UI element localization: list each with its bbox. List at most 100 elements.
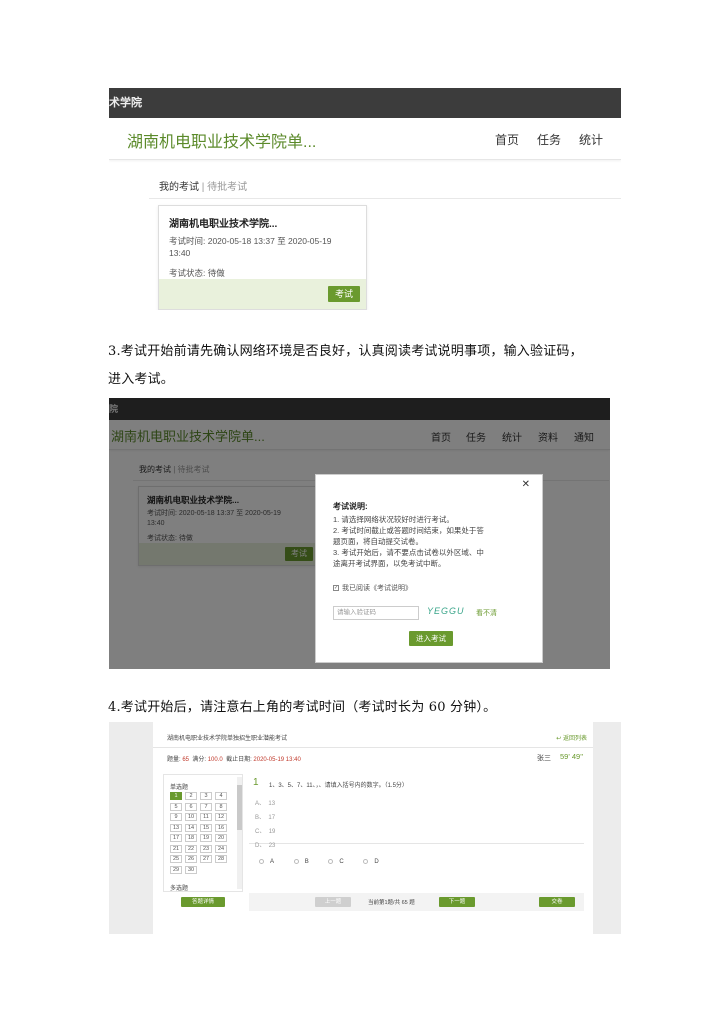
tab-pending-exams[interactable]: 待批考试 xyxy=(207,182,247,193)
title-divider xyxy=(153,747,593,748)
option-b: B、 17 xyxy=(255,815,276,821)
question-number-cell[interactable]: 23 xyxy=(200,844,212,853)
question-number-cell[interactable]: 17 xyxy=(170,834,182,842)
question-number-cell[interactable]: 21 xyxy=(170,844,182,853)
question-number-cell[interactable]: 15 xyxy=(200,823,212,832)
exam-time-line2: 13:40 xyxy=(169,248,191,258)
question-number-cell[interactable]: 10 xyxy=(185,813,197,821)
question-number-cell[interactable]: 3 xyxy=(200,792,212,800)
full-score: 100.0 xyxy=(207,757,223,763)
instruction-line-5: 途离开考试界面，以免考试中断。 xyxy=(333,559,446,568)
school-name: 湖南机电职业技术学院单... xyxy=(127,134,317,151)
radio-icon[interactable] xyxy=(293,859,299,864)
start-exam-button[interactable]: 考试 xyxy=(328,286,360,302)
exam-card-footer: 考试 xyxy=(159,279,366,309)
close-icon[interactable]: ✕ xyxy=(522,479,530,490)
instructions-title: 考试说明: xyxy=(333,502,368,511)
scrollbar[interactable] xyxy=(237,777,242,889)
choice-a[interactable]: A xyxy=(259,859,274,865)
captcha-refresh-link[interactable]: 看不清 xyxy=(476,608,497,618)
answer-detail-button[interactable]: 答题详情 xyxy=(181,897,225,907)
question-number-cell[interactable]: 27 xyxy=(200,855,212,863)
exam-title: 湖南机电职业技术学院单独招生职业潜能考试 xyxy=(167,736,288,742)
question-number-cell[interactable]: 4 xyxy=(215,792,227,800)
exam-page: 湖南机电职业技术学院单独招生职业潜能考试 ↩ 返回列表 题量: 65 满分: 1… xyxy=(153,722,593,934)
nav-stats[interactable]: 统计 xyxy=(579,131,603,148)
tab-my-exams[interactable]: 我的考试 xyxy=(159,182,199,193)
exam-list-screenshot: 术学院 湖南机电职业技术学院单... 首页 任务 统计 我的考试 | 待批考试 … xyxy=(109,88,621,310)
tab-divider xyxy=(149,198,621,199)
question-number-cell[interactable]: 2 xyxy=(185,792,197,800)
captcha-input[interactable]: 请输入验证码 xyxy=(333,606,419,620)
question-number-cell[interactable]: 8 xyxy=(215,802,227,811)
question-area: 1 1、3、5、7、11、，、请填入括号内的数字。（1.5分） A、 13 B、… xyxy=(249,774,584,849)
question-number-cell[interactable]: 12 xyxy=(215,813,227,821)
multi-choice-heading: 多选题 xyxy=(170,886,189,892)
answer-choices: A B C D xyxy=(259,859,379,865)
exam-time-line1: 考试时间: 2020-05-18 13:37 至 2020-05-19 xyxy=(169,236,332,246)
exam-instructions-modal: ✕ 考试说明: 1. 请选择网络状况较好时进行考试。 2. 考试时间截止或答题时… xyxy=(315,474,543,663)
choice-c[interactable]: C xyxy=(328,859,344,865)
back-label: 返回列表 xyxy=(562,736,587,742)
top-bar: 术学院 xyxy=(109,88,621,118)
question-number-cell[interactable]: 7 xyxy=(200,802,212,811)
question-number-cell[interactable]: 22 xyxy=(185,844,197,853)
exam-card[interactable]: 湖南机电职业技术学院... 考试时间: 2020-05-18 13:37 至 2… xyxy=(158,205,367,310)
question-number-cell[interactable]: 16 xyxy=(215,823,227,832)
instruction-line-1: 1. 请选择网络状况较好时进行考试。 xyxy=(333,515,454,524)
question-number-cell[interactable]: 13 xyxy=(170,823,182,832)
question-number-cell[interactable]: 24 xyxy=(215,844,227,853)
instruction-line-4: 3. 考试开始后，请不要点击试卷以外区域、中 xyxy=(333,548,484,557)
scrollbar-thumb[interactable] xyxy=(237,785,242,830)
choice-d[interactable]: D xyxy=(363,859,379,865)
question-number-cell[interactable]: 25 xyxy=(170,855,182,863)
instruction-line-3: 题页面，将自动提交试卷。 xyxy=(333,537,423,546)
score-label: 满分: xyxy=(192,757,207,763)
radio-icon[interactable] xyxy=(328,859,334,864)
option-c: C、 19 xyxy=(255,829,276,835)
next-question-button[interactable]: 下一题 xyxy=(439,897,475,907)
radio-icon[interactable] xyxy=(363,859,369,864)
checkbox-checked-icon[interactable]: ✓ xyxy=(333,585,339,592)
step4-text: 4.考试开始后，请注意右上角的考试时间（考试时长为 60 分钟）。 xyxy=(108,700,497,715)
single-choice-heading: 单选题 xyxy=(170,785,189,791)
submit-exam-button[interactable]: 交卷 xyxy=(539,897,575,907)
step3-line2: 进入考试。 xyxy=(108,372,175,387)
captcha-image: YEGGU xyxy=(427,606,465,616)
enter-exam-button[interactable]: 进入考试 xyxy=(409,631,453,646)
question-number-cell[interactable]: 19 xyxy=(200,834,212,842)
question-count: 65 xyxy=(182,757,190,763)
prev-question-button[interactable]: 上一题 xyxy=(315,897,351,907)
question-text: 1、3、5、7、11、，、请填入括号内的数字。（1.5分） xyxy=(269,783,408,789)
exam-card-title: 湖南机电职业技术学院... xyxy=(169,219,278,230)
option-d: D、 23 xyxy=(255,843,276,849)
exam-status: 考试状态: 待做 xyxy=(169,268,225,278)
tab-separator: | xyxy=(201,182,205,193)
question-number-cell[interactable]: 5 xyxy=(170,802,182,811)
step3-line1: 3.考试开始前请先确认网络环境是否良好，认真阅读考试说明事项，输入验证码， xyxy=(108,344,583,359)
question-number-cell[interactable]: 9 xyxy=(170,813,182,821)
nav-tasks[interactable]: 任务 xyxy=(537,131,561,148)
agree-checkbox-row[interactable]: ✓ 我已阅读《考试说明》 xyxy=(333,583,412,593)
exam-instructions-screenshot: 院 湖南机电职业技术学院单... 首页 任务 统计 资料 通知 我的考试 | 待… xyxy=(109,398,610,669)
question-number-cell[interactable]: 14 xyxy=(185,823,197,832)
nav-home[interactable]: 首页 xyxy=(495,131,519,148)
question-number-cell[interactable]: 26 xyxy=(185,855,197,863)
option-a: A、 13 xyxy=(255,801,276,807)
exam-tabs: 我的考试 | 待批考试 xyxy=(159,178,247,193)
question-number-cell[interactable]: 20 xyxy=(215,834,227,842)
question-number-cell[interactable]: 1 xyxy=(170,792,182,800)
question-number-cell[interactable]: 28 xyxy=(215,855,227,863)
deadline-label: 截止日期: xyxy=(226,757,252,763)
question-number-cell[interactable]: 6 xyxy=(185,802,197,811)
question-number-cell[interactable]: 11 xyxy=(200,813,212,821)
question-number: 1 xyxy=(253,777,259,788)
deadline-value: 2020-05-19 13:40 xyxy=(253,757,301,763)
back-to-list-link[interactable]: ↩ 返回列表 xyxy=(556,733,587,742)
choice-b[interactable]: B xyxy=(293,859,309,865)
question-number-cell[interactable]: 29 xyxy=(170,865,182,874)
radio-icon[interactable] xyxy=(259,859,264,864)
user-name: 张三 xyxy=(537,755,551,762)
question-number-cell[interactable]: 30 xyxy=(185,865,197,874)
question-number-cell[interactable]: 18 xyxy=(185,834,197,842)
